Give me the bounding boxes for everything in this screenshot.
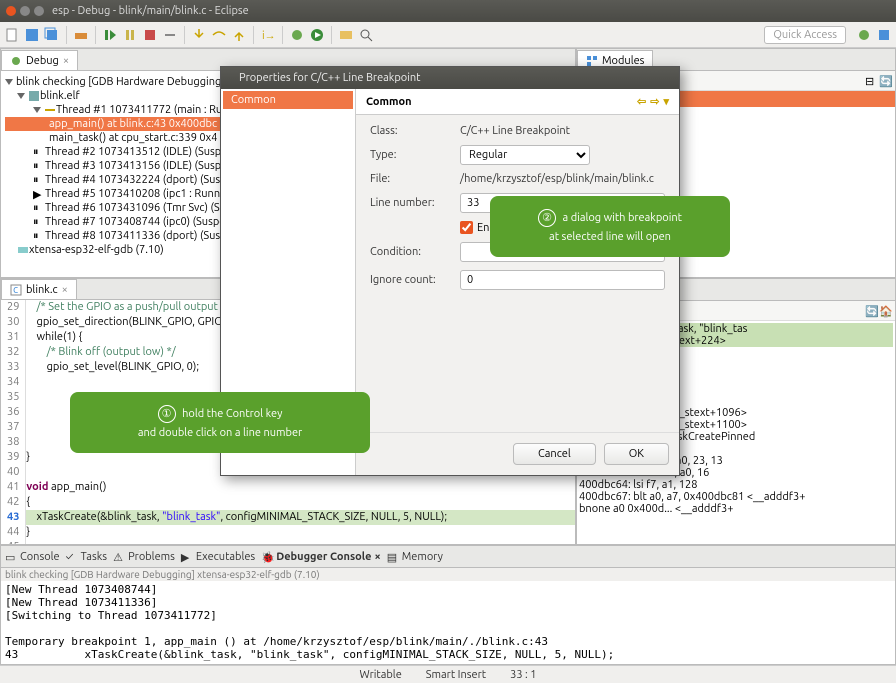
thread-icon: ⏸ [33, 174, 45, 186]
window-close-icon[interactable] [6, 6, 16, 16]
svg-text:c: c [13, 284, 18, 296]
thread-icon: ⏸ [33, 202, 45, 214]
refresh-icon[interactable]: 🔄 [879, 75, 891, 87]
console-view: ▭Console ✓Tasks ⚠Problems ▶Executables 🐞… [0, 545, 896, 665]
cancel-button[interactable]: Cancel [513, 443, 596, 465]
condition-label: Condition: [370, 246, 460, 258]
build-icon[interactable] [73, 27, 89, 43]
line-label: Line number: [370, 197, 460, 209]
new-icon[interactable] [4, 27, 20, 43]
ok-button[interactable]: OK [604, 443, 669, 465]
debugger-console-tab[interactable]: 🐞Debugger Console × [261, 551, 381, 563]
c-file-icon: c [10, 284, 22, 296]
console-output[interactable]: [New Thread 1073408744] [New Thread 1073… [1, 581, 895, 664]
thread-icon [44, 104, 56, 116]
terminate-icon[interactable] [142, 27, 158, 43]
file-label: File: [370, 173, 460, 185]
window-maximize-icon[interactable] [34, 6, 44, 16]
memory-tab[interactable]: ▤Memory [387, 551, 443, 563]
editor-filename: blink.c [26, 284, 58, 296]
debug-toolbar-icon[interactable] [289, 27, 305, 43]
back-icon[interactable]: ⇦ [637, 95, 646, 108]
editor-tab[interactable]: c blink.c × [1, 279, 77, 299]
file-value: /home/krzysztof/esp/blink/main/blink.c [460, 173, 665, 185]
breakpoint-marker[interactable]: 43 [7, 510, 19, 525]
statusbar: Writable Smart Insert 33 : 1 [0, 665, 896, 683]
callout-2: ② a dialog with breakpoint at selected l… [490, 196, 730, 257]
collapse-icon[interactable]: ⊟ [865, 75, 877, 87]
close-icon[interactable]: × [63, 55, 69, 67]
forward-icon[interactable]: ⇨ [650, 95, 659, 108]
status-writable: Writable [360, 669, 402, 681]
enabled-checkbox[interactable] [460, 221, 473, 234]
debugger-console-icon: 🐞 [261, 551, 273, 563]
launch-label: blink checking [GDB Hardware Debugging] [16, 76, 225, 88]
close-icon[interactable]: × [62, 284, 68, 296]
modules-icon [586, 55, 598, 67]
perspective-debug-icon[interactable] [856, 27, 872, 43]
problems-tab[interactable]: ⚠Problems [113, 551, 175, 563]
type-label: Type: [370, 149, 460, 161]
bug-icon [10, 55, 22, 67]
tasks-icon: ✓ [66, 551, 78, 563]
run-toolbar-icon[interactable] [309, 27, 325, 43]
refresh-icon[interactable]: 🔄 [865, 305, 877, 317]
debug-tab[interactable]: Debug × [1, 50, 78, 70]
step-return-icon[interactable] [231, 27, 247, 43]
ignore-label: Ignore count: [370, 274, 460, 286]
disconnect-icon[interactable] [162, 27, 178, 43]
gdb-label: xtensa-esp32-elf-gdb (7.10) [29, 244, 164, 256]
debug-tab-label: Debug [26, 55, 59, 67]
window-minimize-icon[interactable] [20, 6, 30, 16]
thread-row[interactable]: Thread #5 1073410208 (ipc1 : Running) [45, 188, 239, 200]
exe-icon: ▶ [181, 551, 193, 563]
svg-text:i→: i→ [262, 30, 276, 42]
dropdown-icon[interactable]: ▾ [663, 95, 669, 108]
status-insert: Smart Insert [426, 669, 486, 681]
problems-icon: ⚠ [113, 551, 125, 563]
thread-icon: ⏸ [33, 160, 45, 172]
gdb-icon [17, 244, 29, 256]
suspend-icon[interactable] [122, 27, 138, 43]
step-over-icon[interactable] [211, 27, 227, 43]
memory-icon: ▤ [387, 551, 399, 563]
console-icon: ▭ [5, 551, 17, 563]
main-toolbar: i→ Quick Access [0, 22, 896, 48]
console-context: blink checking [GDB Hardware Debugging] … [1, 568, 895, 581]
close-icon[interactable]: × [374, 551, 380, 563]
thread-icon: ⏸ [33, 216, 45, 228]
save-icon[interactable] [24, 27, 40, 43]
resume-icon[interactable] [102, 27, 118, 43]
dialog-title-text: Properties for C/C++ Line Breakpoint [239, 72, 421, 84]
type-select[interactable]: Regular [460, 145, 590, 165]
home-icon[interactable]: 🏠 [879, 305, 891, 317]
thread-icon: ▶ [33, 188, 45, 200]
modules-tab-label: Modules [602, 55, 644, 67]
save-all-icon[interactable] [44, 27, 60, 43]
open-type-icon[interactable] [338, 27, 354, 43]
tasks-tab[interactable]: ✓Tasks [66, 551, 107, 563]
status-cursor: 33 : 1 [510, 669, 536, 681]
instr-step-icon[interactable]: i→ [260, 27, 276, 43]
thread-icon: ⏸ [33, 230, 45, 242]
ignore-count-input[interactable] [460, 270, 665, 290]
thread-icon: ⏸ [33, 146, 45, 158]
perspective-c-icon[interactable] [876, 27, 892, 43]
step-into-icon[interactable] [191, 27, 207, 43]
class-label: Class: [370, 125, 460, 137]
dialog-category-common[interactable]: Common [223, 91, 353, 109]
elf-icon [28, 90, 40, 102]
quick-access-input[interactable]: Quick Access [764, 26, 846, 44]
dialog-heading: Common [366, 96, 412, 108]
line-gutter[interactable]: 2930313233343536373839404142434445 [1, 300, 26, 545]
window-title: esp - Debug - blink/main/blink.c - Eclip… [52, 5, 249, 17]
os-titlebar: esp - Debug - blink/main/blink.c - Eclip… [0, 0, 896, 22]
class-value: C/C++ Line Breakpoint [460, 125, 665, 137]
callout-1: ① hold the Control key and double click … [70, 392, 370, 453]
executables-tab[interactable]: ▶Executables [181, 551, 255, 563]
elf-label: blink.elf [40, 90, 80, 102]
console-tab[interactable]: ▭Console [5, 551, 60, 563]
search-icon[interactable] [358, 27, 374, 43]
